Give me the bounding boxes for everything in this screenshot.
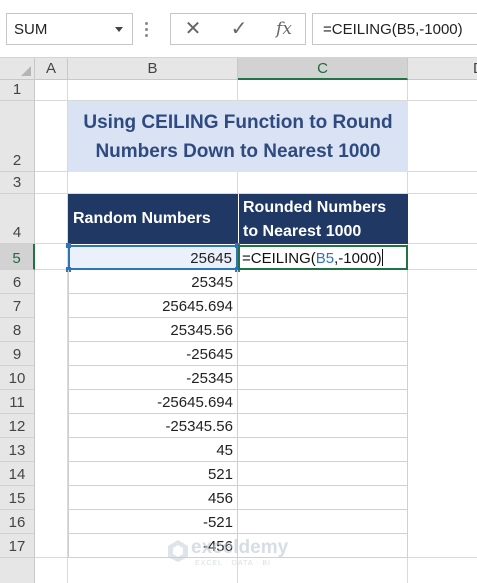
row-header-16[interactable]: 16 — [0, 510, 35, 534]
drag-handle-icon[interactable] — [142, 20, 152, 40]
row-header-3[interactable]: 3 — [0, 172, 35, 194]
table-cell[interactable]: 25345.56 — [68, 318, 238, 342]
title-cell[interactable]: Using CEILING Function to Round Numbers … — [68, 101, 408, 172]
table-cell[interactable]: 456 — [68, 486, 238, 510]
column-header-b[interactable]: B — [68, 58, 238, 80]
table-cell-empty[interactable] — [238, 318, 408, 342]
row-header-6[interactable]: 6 — [0, 270, 35, 294]
table-cell[interactable]: -25645.694 — [68, 390, 238, 414]
row-header-2[interactable]: 2 — [0, 101, 35, 172]
watermark-logo: exceldemy EXCEL · DATA · BI — [165, 535, 315, 575]
column-header-a[interactable]: A — [35, 58, 68, 80]
table-header-rounded-line-1: Rounded Numbers — [243, 199, 387, 216]
name-box-value: SUM — [14, 21, 48, 38]
table-header-random-numbers[interactable]: Random Numbers — [68, 194, 238, 244]
row-header-5[interactable]: 5 — [0, 244, 35, 270]
table-cell-empty[interactable] — [238, 414, 408, 438]
row-header-12[interactable]: 12 — [0, 414, 35, 438]
table-cell[interactable]: -521 — [68, 510, 238, 534]
enter-icon[interactable]: ✓ — [217, 14, 261, 44]
table-cell[interactable]: 25645.694 — [68, 294, 238, 318]
formula-input[interactable]: =CEILING(B5,-1000) — [312, 13, 477, 45]
cell-value: 25645 — [190, 250, 232, 267]
table-cell[interactable]: 521 — [68, 462, 238, 486]
table-cell-empty[interactable] — [238, 486, 408, 510]
formula-text: =CEILING(B5,-1000) — [323, 21, 463, 38]
table-cell-empty[interactable] — [238, 462, 408, 486]
table-cell[interactable]: -25345 — [68, 366, 238, 390]
table-cell-empty[interactable] — [238, 342, 408, 366]
table-cell[interactable]: 45 — [68, 438, 238, 462]
referenced-cell-b5[interactable]: 25645 — [66, 243, 240, 272]
column-header-d[interactable]: D — [408, 58, 477, 80]
exceldemy-logo-icon — [168, 540, 188, 562]
row-header-17[interactable]: 17 — [0, 534, 35, 558]
row-header-11[interactable]: 11 — [0, 390, 35, 414]
text-cursor — [381, 249, 383, 266]
table-cell-empty[interactable] — [238, 366, 408, 390]
row-header-10[interactable]: 10 — [0, 366, 35, 390]
name-box[interactable]: SUM — [6, 13, 133, 45]
cell-edit-text[interactable]: =CEILING(B5,-1000) — [242, 249, 383, 267]
watermark-tagline: EXCEL · DATA · BI — [195, 560, 271, 567]
select-all-corner[interactable] — [0, 58, 35, 80]
row-header-14[interactable]: 14 — [0, 462, 35, 486]
cell-reference: B5 — [315, 250, 335, 267]
row-header-7[interactable]: 7 — [0, 294, 35, 318]
table-cell-empty[interactable] — [238, 438, 408, 462]
table-cell-empty[interactable] — [238, 390, 408, 414]
formula-bar: SUM ✕ ✓ fx =CEILING(B5,-1000) — [0, 0, 477, 58]
row-header-18[interactable] — [0, 558, 35, 583]
table-cell[interactable]: 25345 — [68, 270, 238, 294]
chevron-down-icon[interactable] — [115, 27, 123, 32]
column-header-c[interactable]: C — [238, 58, 408, 80]
row-header-9[interactable]: 9 — [0, 342, 35, 366]
table-cell-empty[interactable] — [238, 510, 408, 534]
row-header-1[interactable]: 1 — [0, 80, 35, 101]
active-cell-c5[interactable]: =CEILING(B5,-1000) — [238, 245, 408, 270]
title-line-1: Using CEILING Function to Round — [83, 112, 393, 133]
row-header-4[interactable]: 4 — [0, 194, 35, 244]
table-cell-empty[interactable] — [238, 294, 408, 318]
formula-buttons: ✕ ✓ fx — [170, 13, 306, 45]
row-header-15[interactable]: 15 — [0, 486, 35, 510]
table-cell-empty[interactable] — [238, 270, 408, 294]
cancel-icon[interactable]: ✕ — [171, 14, 215, 44]
insert-function-icon[interactable]: fx — [262, 14, 306, 44]
range-handle[interactable] — [66, 243, 71, 248]
table-header-rounded-line-2: to Nearest 1000 — [243, 223, 362, 240]
table-cell[interactable]: -25345.56 — [68, 414, 238, 438]
table-header-rounded-numbers[interactable]: Rounded Numbers to Nearest 1000 — [238, 194, 408, 244]
title-line-2: Numbers Down to Nearest 1000 — [95, 141, 381, 162]
row-header-8[interactable]: 8 — [0, 318, 35, 342]
table-cell[interactable]: -25645 — [68, 342, 238, 366]
watermark-name: exceldemy — [191, 537, 289, 558]
row-header-13[interactable]: 13 — [0, 438, 35, 462]
